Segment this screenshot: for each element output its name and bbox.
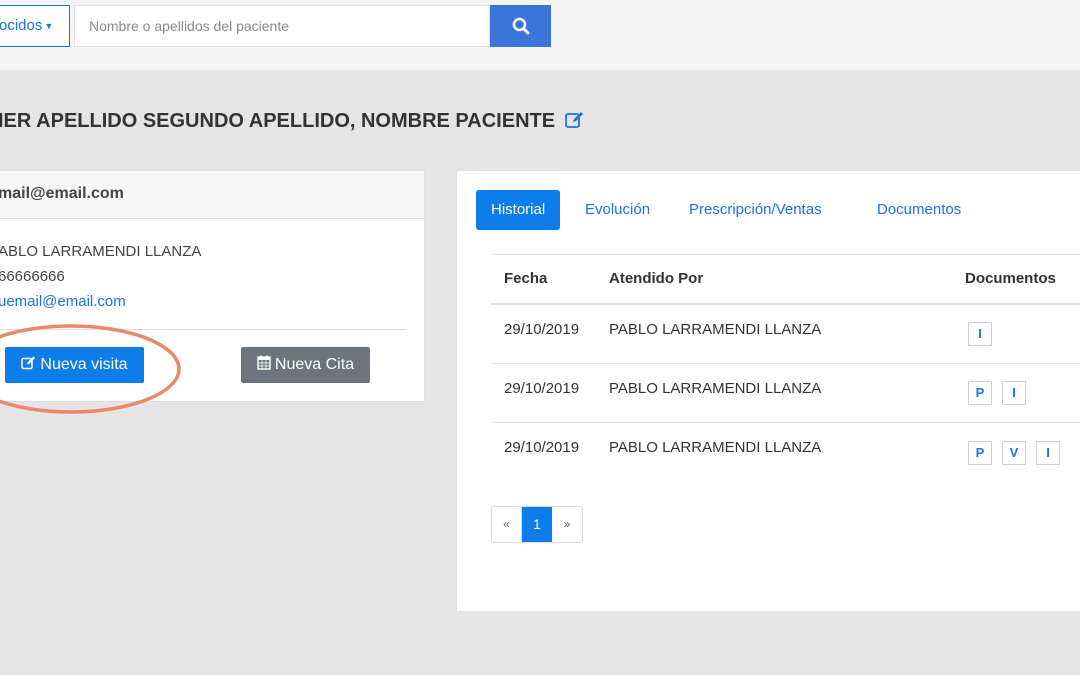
search-icon	[512, 17, 529, 35]
row-date: 29/10/2019	[504, 380, 580, 397]
search-button[interactable]	[490, 5, 551, 47]
table-top-border	[491, 254, 1080, 255]
document-badge-p[interactable]: P	[968, 441, 992, 465]
document-badge-i[interactable]: I	[1036, 441, 1060, 465]
row-attended-by: PABLO LARRAMENDI LLANZA	[609, 321, 822, 338]
row-date: 29/10/2019	[504, 321, 580, 338]
edit-icon[interactable]	[564, 111, 585, 135]
search-bar: ocidos ▼	[0, 0, 1080, 70]
patient-name-text: IER APELLIDO SEGUNDO APELLIDO, NOMBRE PA…	[0, 110, 556, 132]
pagination-page-1[interactable]: 1	[522, 507, 552, 542]
search-filter-label: ocidos	[0, 17, 43, 34]
row-attended-by: PABLO LARRAMENDI LLANZA	[609, 380, 822, 397]
column-header-fecha: Fecha	[504, 270, 548, 287]
patient-email-link[interactable]: uemail@email.com	[0, 293, 126, 310]
tab-evolucion[interactable]: Evolución	[585, 190, 650, 230]
table-header-border	[491, 303, 1080, 305]
patient-contact-card: mail@email.com ABLO LARRAMENDI LLANZA 66…	[0, 170, 425, 402]
patient-phone: 66666666	[0, 268, 65, 285]
tab-documentos[interactable]: Documentos	[877, 190, 961, 230]
document-badge-p[interactable]: P	[968, 381, 992, 405]
new-visit-button[interactable]: Nueva visita	[5, 347, 144, 383]
edit-icon	[21, 356, 36, 375]
new-appointment-label: Nueva Cita	[274, 356, 355, 373]
pagination: « 1 »	[491, 506, 583, 543]
document-badge-v[interactable]: V	[1002, 441, 1026, 465]
column-header-documentos: Documentos	[965, 270, 1056, 287]
patient-search-input[interactable]	[74, 5, 490, 47]
table-row-divider	[491, 422, 1080, 423]
calendar-icon	[257, 355, 271, 375]
contact-card-header: mail@email.com	[0, 171, 424, 219]
new-visit-label: Nueva visita	[40, 356, 128, 373]
patient-professional-name: ABLO LARRAMENDI LLANZA	[0, 243, 202, 260]
tab-historial[interactable]: Historial	[476, 190, 561, 230]
patient-name-heading: IER APELLIDO SEGUNDO APELLIDO, NOMBRE PA…	[0, 110, 585, 135]
card-divider	[0, 329, 406, 330]
caret-down-icon: ▼	[44, 21, 54, 31]
column-header-atendido-por: Atendido Por	[609, 270, 704, 287]
history-card: Historial Evolución Prescripción/Ventas …	[456, 170, 1080, 612]
new-appointment-button[interactable]: Nueva Cita	[241, 347, 370, 383]
document-badge-i[interactable]: I	[1002, 381, 1026, 405]
row-attended-by: PABLO LARRAMENDI LLANZA	[609, 439, 822, 456]
row-date: 29/10/2019	[504, 439, 580, 456]
document-badge-i[interactable]: I	[968, 322, 992, 346]
search-filter-dropdown[interactable]: ocidos ▼	[0, 5, 70, 47]
table-row-divider	[491, 363, 1080, 364]
pagination-prev[interactable]: «	[492, 507, 522, 542]
pagination-next[interactable]: »	[552, 507, 582, 542]
tab-prescripcion-ventas[interactable]: Prescripción/Ventas	[689, 190, 822, 230]
